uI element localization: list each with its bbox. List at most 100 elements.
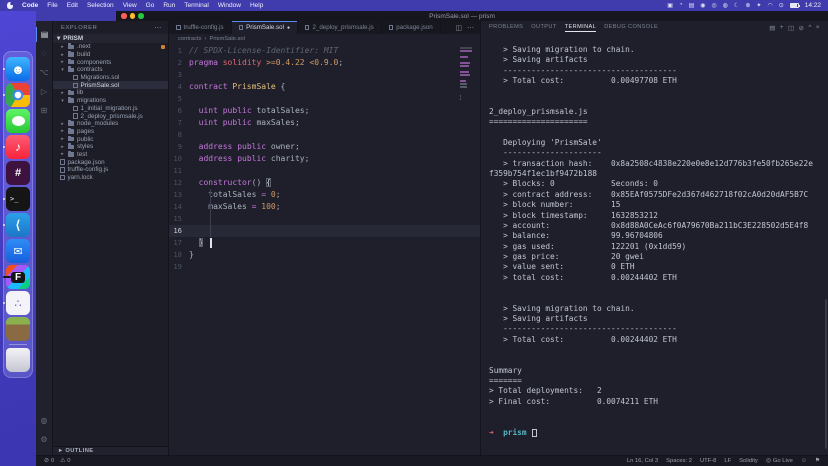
tree-item-package.json[interactable]: package.json — [53, 158, 168, 166]
wifi-icon[interactable]: ◠ — [767, 2, 772, 9]
cursor-position[interactable]: Ln 16, Col 3 — [627, 458, 658, 464]
tab-truffle-config.js[interactable]: truffle-config.js — [169, 21, 232, 34]
cancel-icon[interactable]: ⊗ — [745, 2, 750, 9]
project-section-header[interactable]: ▾ PRISM — [53, 34, 168, 43]
panel-tab-problems[interactable]: PROBLEMS — [489, 24, 523, 31]
explorer-more-icon[interactable]: ⋯ — [154, 24, 162, 32]
breadcrumb-item[interactable]: PrismSale.sol — [209, 36, 244, 42]
menu-item-terminal[interactable]: Terminal — [184, 2, 209, 9]
dock-app-vscode-icon[interactable]: ⟨ — [6, 213, 30, 237]
warnings-indicator[interactable]: ⚠0 — [60, 458, 70, 464]
outline-section[interactable]: ▸ OUTLINE — [53, 446, 168, 455]
encoding[interactable]: UTF-8 — [700, 458, 716, 464]
dock-app-purple-app-icon[interactable]: ∴ — [6, 291, 30, 315]
eol[interactable]: LF — [724, 458, 731, 464]
tab-PrismSale.sol[interactable]: PrismSale.sol● — [232, 21, 298, 34]
minimap[interactable] — [460, 47, 478, 104]
layout-icon[interactable]: ▤ — [769, 24, 776, 32]
account-icon[interactable]: ◍ — [36, 413, 53, 428]
language-mode[interactable]: Solidity — [739, 458, 758, 464]
panel-tab-debug-console[interactable]: DEBUG CONSOLE — [604, 24, 658, 31]
stats-icon[interactable]: ◔ — [679, 2, 683, 9]
tree-item-Migrations.sol[interactable]: Migrations.sol — [53, 74, 168, 82]
menu-item-edit[interactable]: Edit — [67, 2, 78, 9]
feedback-icon[interactable]: ☺ — [801, 458, 807, 464]
dock-app-music-icon[interactable]: ♪ — [6, 135, 30, 159]
dock-app-slack-icon[interactable]: # — [6, 161, 30, 185]
kill-terminal-icon[interactable]: ⊘ — [798, 24, 804, 32]
explorer-icon[interactable]: ▤ — [36, 27, 53, 42]
keyboard-icon[interactable]: ▤ — [689, 2, 695, 9]
tab-package.json[interactable]: package.json — [382, 21, 441, 34]
menu-item-view[interactable]: View — [123, 2, 137, 9]
run-debug-icon[interactable]: ▷ — [36, 84, 53, 99]
menu-item-selection[interactable]: Selection — [87, 2, 114, 9]
menu-item-file[interactable]: File — [47, 2, 57, 9]
tab-2_deploy_prismsale.js[interactable]: 2_deploy_prismsale.js — [298, 21, 382, 34]
terminal-scrollbar[interactable] — [825, 299, 828, 449]
dock-app-minecraft-icon[interactable] — [6, 317, 30, 341]
screen-mirroring-icon[interactable]: ▣ — [667, 2, 673, 9]
panel-tab-terminal[interactable]: TERMINAL — [565, 24, 596, 31]
tree-item-build[interactable]: ▸build — [53, 51, 168, 59]
tree-item-test[interactable]: ▸test — [53, 151, 168, 159]
do-not-disturb-icon[interactable]: ☾ — [734, 2, 739, 9]
tree-item-1_initial_migration.js[interactable]: 1_initial_migration.js — [53, 105, 168, 113]
menu-clock[interactable]: 14:22 — [805, 2, 821, 9]
dock-app-trash-icon[interactable] — [6, 348, 30, 372]
split-editor-icon[interactable]: ◫ — [455, 24, 462, 32]
tree-item-PrismSale.sol[interactable]: PrismSale.sol — [53, 81, 168, 89]
terminal-output[interactable]: > Saving migration to chain. > Saving ar… — [481, 34, 828, 455]
close-window-button[interactable] — [121, 13, 127, 19]
menu-item-run[interactable]: Run — [163, 2, 175, 9]
tree-item-.next[interactable]: ▸.next — [53, 43, 168, 51]
dock-app-figma-icon[interactable]: F — [6, 265, 30, 289]
chat-icon[interactable]: ◍ — [723, 2, 728, 9]
maximize-panel-icon[interactable]: ^ — [808, 24, 811, 32]
tree-item-migrations[interactable]: ▾migrations — [53, 97, 168, 105]
new-terminal-icon[interactable]: + — [780, 24, 784, 32]
breadcrumb[interactable]: contracts›PrismSale.sol — [169, 34, 480, 43]
menu-item-help[interactable]: Help — [250, 2, 263, 9]
tree-item-node_modules[interactable]: ▸node_modules — [53, 120, 168, 128]
tree-item-public[interactable]: ▸public — [53, 135, 168, 143]
dock-app-terminal-icon[interactable]: >_ — [6, 187, 30, 211]
split-terminal-icon[interactable]: ◫ — [788, 24, 795, 32]
tree-item-contracts[interactable]: ▾contracts — [53, 66, 168, 74]
bell-icon[interactable]: ⚑ — [815, 458, 820, 464]
menu-item-go[interactable]: Go — [146, 2, 155, 9]
tree-item-components[interactable]: ▸components — [53, 58, 168, 66]
dock-app-chrome-icon[interactable] — [6, 83, 30, 107]
tree-item-pages[interactable]: ▸pages — [53, 128, 168, 136]
tree-item-styles[interactable]: ▸styles — [53, 143, 168, 151]
panel-tab-output[interactable]: OUTPUT — [531, 24, 556, 31]
settings-gear-icon[interactable]: ⚙ — [36, 432, 53, 447]
menu-item-code[interactable]: Code — [22, 2, 38, 9]
close-panel-icon[interactable]: × — [816, 24, 820, 32]
search-icon[interactable]: ◌ — [36, 46, 53, 61]
menu-item-window[interactable]: Window — [218, 2, 241, 9]
shortcuts-icon[interactable]: ✦ — [756, 2, 761, 9]
apple-menu-icon[interactable] — [7, 2, 13, 9]
battery-icon[interactable] — [790, 3, 799, 8]
source-control-icon[interactable]: ⌥ — [36, 65, 53, 80]
extensions-icon[interactable]: ⊞ — [36, 103, 53, 118]
tree-item-lib[interactable]: ▸lib — [53, 89, 168, 97]
more-actions-icon[interactable]: ⋯ — [467, 24, 474, 32]
tree-item-yarn.lock[interactable]: yarn.lock — [53, 174, 168, 182]
minimize-window-button[interactable] — [130, 13, 136, 19]
app-status-icon[interactable]: ◎ — [711, 2, 716, 9]
dock-app-mail-icon[interactable]: ✉ — [6, 239, 30, 263]
code-editor[interactable]: 1// SPDX-License-Identifier: MIT2pragma … — [169, 43, 480, 455]
record-icon[interactable]: ◉ — [700, 2, 705, 9]
zoom-window-button[interactable] — [138, 13, 144, 19]
indentation[interactable]: Spaces: 2 — [666, 458, 692, 464]
tree-item-2_deploy_prismsale.js[interactable]: 2_deploy_prismsale.js — [53, 112, 168, 120]
tree-item-truffle-config.js[interactable]: truffle-config.js — [53, 166, 168, 174]
dock-app-finder-icon[interactable]: ☻ — [6, 57, 30, 81]
breadcrumb-item[interactable]: contracts — [178, 36, 202, 42]
control-center-icon[interactable]: ⊙ — [779, 2, 784, 9]
errors-indicator[interactable]: ⊘0 — [44, 458, 54, 464]
go-live[interactable]: ◎Go Live — [766, 458, 793, 464]
dock-app-messages-icon[interactable] — [6, 109, 30, 133]
